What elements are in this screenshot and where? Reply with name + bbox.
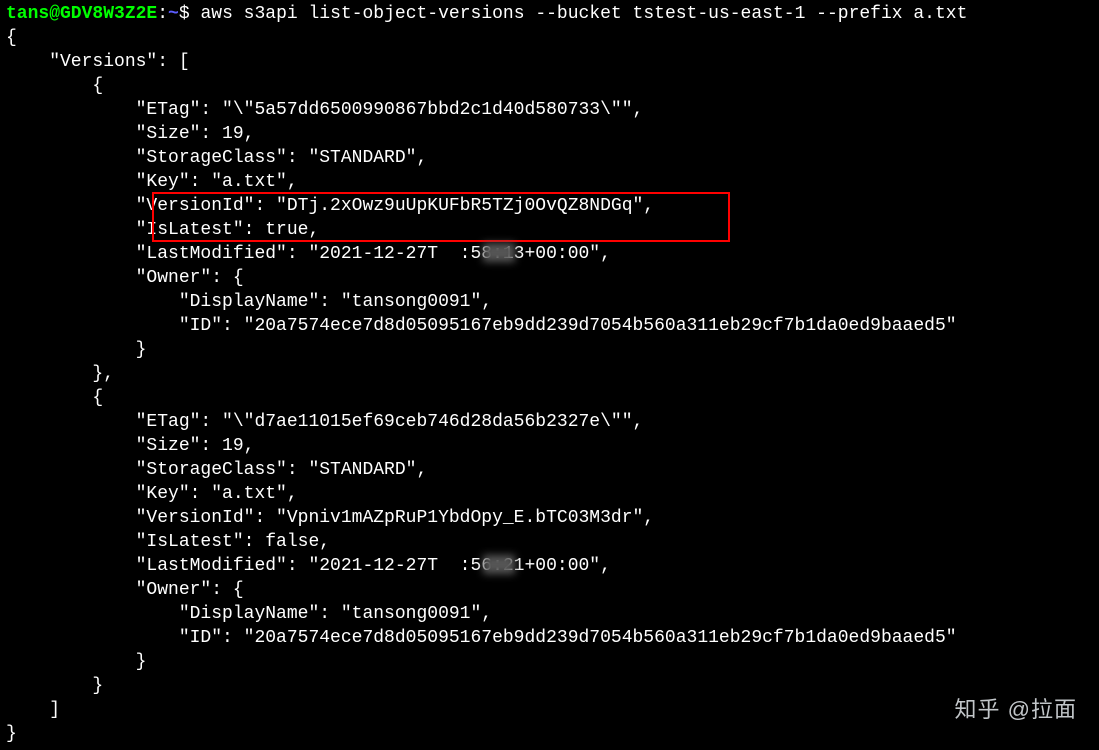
output-line: "LastModified": "2021-12-27T :56:21+00:0… xyxy=(6,554,1093,578)
output-line: "VersionId": "Vpniv1mAZpRuP1YbdOpy_E.bTC… xyxy=(6,506,1093,530)
output-line: "ID": "20a7574ece7d8d05095167eb9dd239d70… xyxy=(6,626,1093,650)
output-line: }, xyxy=(6,362,1093,386)
output-line: "Size": 19, xyxy=(6,122,1093,146)
output-line: { xyxy=(6,74,1093,98)
output-line: "IsLatest": true, xyxy=(6,218,1093,242)
output-line: } xyxy=(6,674,1093,698)
output-line: "Key": "a.txt", xyxy=(6,170,1093,194)
output-line: "Versions": [ xyxy=(6,50,1093,74)
output-line: "Key": "a.txt", xyxy=(6,482,1093,506)
output-line: "DisplayName": "tansong0091", xyxy=(6,290,1093,314)
output-line: "DisplayName": "tansong0091", xyxy=(6,602,1093,626)
watermark-text: 知乎 @拉面 xyxy=(955,698,1077,722)
terminal-area[interactable]: tans@GDV8W3Z2E:~$ aws s3api list-object-… xyxy=(6,2,1093,746)
output-line: ] xyxy=(6,698,1093,722)
output-line: "Owner": { xyxy=(6,266,1093,290)
output-line: "IsLatest": false, xyxy=(6,530,1093,554)
prompt-user-host: tans@GDV8W3Z2E xyxy=(6,4,157,24)
output-line: "VersionId": "DTj.2xOwz9uUpKUFbR5TZj0OvQ… xyxy=(6,194,1093,218)
output-line: } xyxy=(6,650,1093,674)
output-line: } xyxy=(6,722,1093,746)
prompt-path: ~ xyxy=(168,4,179,24)
prompt-sep: : xyxy=(157,4,168,24)
output-line: "ETag": "\"5a57dd6500990867bbd2c1d40d580… xyxy=(6,98,1093,122)
output-line: "LastModified": "2021-12-27T :58:13+00:0… xyxy=(6,242,1093,266)
command-text: aws s3api list-object-versions --bucket … xyxy=(200,4,967,24)
output-line: "ID": "20a7574ece7d8d05095167eb9dd239d70… xyxy=(6,314,1093,338)
output-line: "ETag": "\"d7ae11015ef69ceb746d28da56b23… xyxy=(6,410,1093,434)
prompt-line: tans@GDV8W3Z2E:~$ aws s3api list-object-… xyxy=(6,2,1093,26)
output-line: "StorageClass": "STANDARD", xyxy=(6,146,1093,170)
output-line: { xyxy=(6,386,1093,410)
prompt-dollar: $ xyxy=(179,4,201,24)
output-line: { xyxy=(6,26,1093,50)
output-line: "Owner": { xyxy=(6,578,1093,602)
output-line: } xyxy=(6,338,1093,362)
output-line: "Size": 19, xyxy=(6,434,1093,458)
output-line: "StorageClass": "STANDARD", xyxy=(6,458,1093,482)
